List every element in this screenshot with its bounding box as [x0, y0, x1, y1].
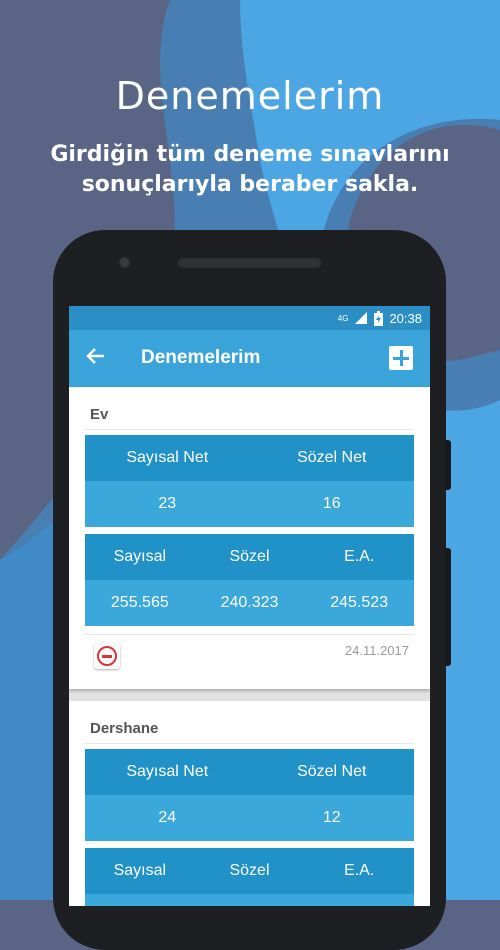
score-header-cell: Sözel: [229, 862, 270, 879]
net-value-cell: 24: [158, 809, 177, 826]
net-table: Sayısal Net Sözel Net 23 16: [85, 435, 414, 527]
score-value-row: [85, 894, 414, 906]
net-header-cell: Sayısal Net: [126, 449, 209, 466]
net-header-row: Sayısal Net Sözel Net: [85, 435, 414, 481]
net-value-row: 23 16: [85, 481, 414, 527]
divider: [84, 743, 414, 744]
status-time: 20:38: [389, 310, 422, 326]
exam-card-dershane[interactable]: Dershane Sayısal Net Sözel Net 24 12 Say…: [69, 701, 430, 906]
delete-button[interactable]: [94, 643, 120, 669]
score-header-cell: E.A.: [344, 862, 375, 879]
divider: [84, 634, 414, 635]
score-table: Sayısal Sözel E.A. 255.565 240.323 245.5…: [85, 534, 414, 626]
minus-circle-icon: [97, 646, 117, 666]
net-value-row: 24 12: [85, 795, 414, 841]
status-bar: 4G 20:38: [69, 306, 430, 330]
score-value-cell: 255.565: [110, 594, 169, 611]
score-header-cell: E.A.: [344, 548, 375, 565]
score-header-cell: Sayısal: [113, 548, 167, 565]
score-header-cell: Sayısal: [113, 862, 167, 879]
score-value-cell: 245.523: [330, 594, 389, 611]
net-value-cell: 16: [322, 495, 341, 512]
score-value-row: 255.565 240.323 245.523: [85, 580, 414, 626]
net-header-cell: Sözel Net: [297, 449, 367, 466]
toolbar: Denemelerim: [69, 330, 430, 387]
net-value-cell: 12: [322, 809, 341, 826]
signal-icon: [355, 312, 368, 324]
app-screen: 4G 20:38 Denemelerim Ev Sayısal Net Söze…: [69, 306, 430, 906]
camera-icon: [118, 256, 131, 269]
score-table: Sayısal Sözel E.A.: [85, 848, 414, 906]
battery-icon: [374, 310, 384, 326]
net-header-row: Sayısal Net Sözel Net: [85, 749, 414, 795]
net-table: Sayısal Net Sözel Net 24 12: [85, 749, 414, 841]
exam-card-ev[interactable]: Ev Sayısal Net Sözel Net 23 16 Sayısal S…: [69, 387, 430, 689]
net-value-cell: 23: [158, 495, 177, 512]
promo-title: Denemelerim: [115, 74, 385, 118]
network-label: 4G: [337, 313, 349, 323]
exam-date: 24.11.2017: [344, 643, 409, 658]
score-header-row: Sayısal Sözel E.A.: [85, 848, 414, 894]
promo-subtitle: Girdiğin tüm deneme sınavlarını sonuçlar…: [0, 140, 500, 200]
net-header-cell: Sözel Net: [297, 763, 367, 780]
score-header-row: Sayısal Sözel E.A.: [85, 534, 414, 580]
arrow-left-icon[interactable]: [85, 345, 111, 371]
card-title: Ev: [90, 406, 109, 423]
score-header-cell: Sözel: [229, 548, 270, 565]
power-button: [445, 548, 451, 666]
speaker-grille: [177, 256, 322, 268]
net-header-cell: Sayısal Net: [126, 763, 209, 780]
score-value-cell: 240.323: [220, 594, 279, 611]
toolbar-title: Denemelerim: [141, 347, 261, 368]
promo-subtitle-line1: Girdiğin tüm deneme sınavlarını: [50, 142, 450, 167]
volume-button: [445, 440, 451, 490]
card-title: Dershane: [90, 720, 159, 737]
divider: [84, 429, 414, 430]
plus-icon[interactable]: [389, 346, 413, 370]
promo-subtitle-line2: sonuçlarıyla beraber sakla.: [81, 172, 419, 197]
